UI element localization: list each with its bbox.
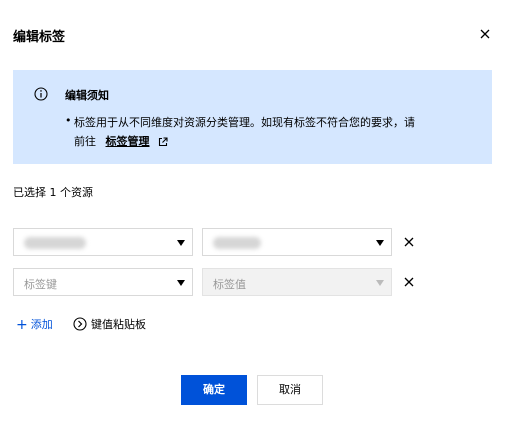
- cancel-button[interactable]: 取消: [257, 375, 323, 405]
- add-tag-label: 添加: [30, 318, 53, 331]
- edit-notice: 编辑须知 • 标签用于从不同维度对资源分类管理。如现有标签不符合您的要求，请 前…: [13, 70, 492, 164]
- confirm-button[interactable]: 确定: [181, 375, 247, 405]
- notice-title: 编辑须知: [65, 89, 109, 102]
- tag-value-placeholder: 标签值: [213, 278, 246, 291]
- chevron-down-icon: [376, 280, 384, 286]
- info-icon: [34, 87, 48, 101]
- close-icon[interactable]: [478, 27, 492, 41]
- add-tag-button[interactable]: + 添加: [16, 316, 53, 333]
- tag-key-select-1[interactable]: [13, 228, 193, 256]
- redacted-tag-key: [24, 237, 86, 249]
- notice-prefix: 前往: [74, 135, 96, 148]
- notice-bullet: •: [65, 114, 72, 127]
- edit-tags-dialog: 编辑标签 编辑须知 • 标签用于从不同维度对资源分类管理。如现有标签不符合您的要…: [0, 0, 514, 423]
- external-link-icon[interactable]: [158, 137, 168, 147]
- tag-value-select-2: 标签值: [202, 268, 392, 296]
- chevron-circle-icon: [73, 317, 87, 331]
- chevron-down-icon: [376, 240, 384, 246]
- remove-tag-row-2-icon[interactable]: [404, 277, 414, 287]
- remove-tag-row-1-icon[interactable]: [404, 237, 414, 247]
- dialog-title: 编辑标签: [13, 30, 66, 45]
- notice-text-line2: 前往 标签管理: [74, 133, 168, 149]
- chevron-down-icon: [177, 280, 185, 286]
- kv-paste-label: 键值粘贴板: [91, 318, 146, 331]
- notice-text: 标签用于从不同维度对资源分类管理。如现有标签不符合您的要求，请: [74, 116, 415, 129]
- chevron-down-icon: [177, 240, 185, 246]
- kv-paste-button[interactable]: 键值粘贴板: [73, 316, 146, 332]
- tag-management-link[interactable]: 标签管理: [106, 135, 150, 148]
- redacted-tag-value: [213, 237, 261, 249]
- selected-resources-count: 已选择 1 个资源: [13, 186, 93, 199]
- tag-key-placeholder: 标签键: [24, 278, 57, 291]
- tag-value-select-1[interactable]: [202, 228, 392, 256]
- tag-key-select-2[interactable]: 标签键: [13, 268, 193, 296]
- plus-icon: +: [16, 317, 28, 333]
